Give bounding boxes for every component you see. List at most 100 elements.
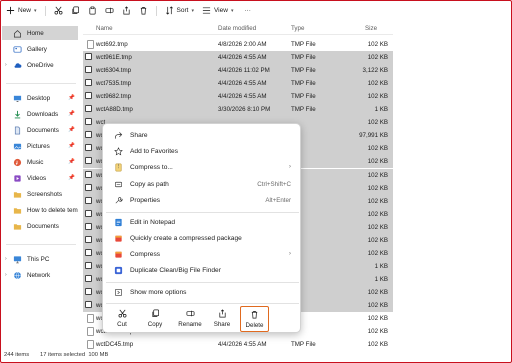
file-date: 3/30/2026 8:10 PM	[218, 106, 271, 114]
row-checkbox[interactable]	[85, 157, 92, 165]
menu-item-share[interactable]: Share	[106, 128, 299, 143]
menu-item-edit-in-notepad[interactable]: Edit in Notepad	[106, 215, 299, 230]
sidebar-item-screenshots[interactable]: Screenshots	[2, 187, 78, 201]
cut-icon	[118, 309, 126, 318]
context-action-bar: Cut Copy Rename Share Delete	[103, 304, 300, 334]
row-checkbox[interactable]	[85, 261, 92, 269]
table-row[interactable]: wct692.tmp 4/8/2026 2:00 AM TMP File 102 KB	[83, 38, 393, 51]
row-checkbox[interactable]	[85, 66, 92, 74]
menu-separator	[106, 282, 299, 283]
copy-button[interactable]: Copy	[141, 306, 169, 332]
sidebar-item-gallery[interactable]: Gallery	[2, 42, 78, 56]
sidebar-item-music[interactable]: Music 📌	[2, 155, 78, 169]
delete-button[interactable]: Delete	[240, 306, 269, 332]
menu-item-label: Edit in Notepad	[130, 219, 176, 226]
row-checkbox[interactable]	[85, 131, 92, 139]
row-checkbox[interactable]	[85, 287, 92, 295]
sidebar-item-documents-folder[interactable]: Documents	[2, 219, 78, 233]
column-header-size[interactable]: Size	[365, 25, 377, 32]
menu-item-label: Compress	[130, 251, 161, 258]
column-header-date[interactable]: Date modified	[218, 25, 256, 32]
sidebar-item-network[interactable]: › Network	[2, 268, 78, 282]
menu-item-compress[interactable]: Compress ›	[106, 247, 299, 262]
cut-toolbar-button[interactable]	[50, 3, 67, 18]
file-type: TMP File	[291, 41, 316, 48]
file-name: wct692.tmp	[96, 41, 128, 48]
document-icon	[13, 126, 22, 135]
sidebar-item-pictures[interactable]: Pictures 📌	[2, 139, 78, 153]
sidebar-item-label: Documents	[27, 222, 59, 230]
sidebar-item-videos[interactable]: Videos 📌	[2, 171, 78, 185]
more-button[interactable]: ···	[237, 3, 255, 18]
copy-icon	[151, 309, 159, 318]
shortcut-hint: Ctrl+Shift+C	[257, 181, 291, 188]
table-row[interactable]: wctA88D.tmp 3/30/2026 8:10 PM TMP File 1 KB	[83, 103, 393, 117]
row-checkbox[interactable]	[85, 144, 92, 152]
view-button[interactable]: View ▾	[198, 3, 238, 18]
menu-item-copy-as-path[interactable]: Copy as path Ctrl+Shift+C	[106, 177, 299, 192]
file-size: 102 KB	[367, 341, 388, 349]
sort-icon	[165, 6, 173, 15]
share-toolbar-button[interactable]	[118, 3, 135, 18]
sidebar-item-how-to-delete[interactable]: How to delete tem	[2, 203, 78, 217]
table-row[interactable]: wctDC45.tmp 4/4/2026 4:55 AM TMP File 102 K…	[83, 338, 393, 351]
row-checkbox[interactable]	[85, 235, 92, 243]
row-checkbox[interactable]	[85, 79, 92, 87]
package-icon	[114, 234, 123, 243]
menu-item-properties[interactable]: Properties Alt+Enter	[106, 193, 299, 208]
row-checkbox[interactable]	[85, 183, 92, 191]
sort-button[interactable]: Sort ▾	[161, 3, 198, 18]
row-checkbox[interactable]	[85, 301, 92, 308]
row-checkbox[interactable]	[85, 118, 92, 126]
table-row[interactable]: wct9682.tmp 4/4/2026 4:55 AM TMP File 102 K…	[83, 90, 393, 104]
sidebar-item-downloads[interactable]: Downloads 📌	[2, 107, 78, 121]
file-date: 4/4/2026 4:55 AM	[218, 80, 267, 88]
video-icon	[13, 174, 22, 183]
rename-toolbar-button[interactable]	[101, 3, 118, 18]
cut-button[interactable]: Cut	[108, 306, 136, 332]
row-checkbox[interactable]	[85, 196, 92, 204]
row-checkbox[interactable]	[85, 92, 92, 100]
file-size: 1 KB	[374, 275, 388, 283]
row-checkbox[interactable]	[85, 170, 92, 178]
column-header-name[interactable]: Name	[96, 25, 113, 32]
menu-item-duplicate-finder[interactable]: Duplicate Clean/Big File Finder	[106, 263, 299, 278]
chevron-right-icon: ›	[288, 163, 291, 170]
sidebar-item-this-pc[interactable]: › This PC	[2, 252, 78, 266]
table-row[interactable]: wct961E.tmp 4/4/2026 4:55 AM TMP File 102 K…	[83, 51, 393, 65]
new-button[interactable]: New ▾	[2, 3, 41, 18]
file-name: wct961E.tmp	[96, 54, 132, 62]
sidebar-item-desktop[interactable]: Desktop 📌	[2, 91, 78, 105]
rename-button[interactable]: Rename	[174, 306, 206, 332]
menu-item-label: Add to Favorites	[130, 148, 179, 155]
row-checkbox[interactable]	[85, 209, 92, 217]
menu-item-add-to-favorites[interactable]: Add to Favorites	[106, 144, 299, 159]
table-row[interactable]: wct7535.tmp 4/4/2026 4:55 AM TMP File 102 K…	[83, 77, 393, 91]
pictures-icon	[13, 142, 22, 151]
copy-toolbar-button[interactable]	[67, 3, 84, 18]
sidebar-item-label: How to delete tem	[27, 206, 78, 214]
file-icon	[87, 40, 94, 49]
file-size: 102 KB	[367, 119, 388, 127]
paste-toolbar-button[interactable]	[84, 3, 101, 18]
delete-toolbar-button[interactable]	[135, 3, 152, 18]
sidebar-item-documents[interactable]: Documents 📌	[2, 123, 78, 137]
table-row[interactable]: wct6304.tmp 4/4/2026 11:02 PM TMP File 3,12…	[83, 64, 393, 78]
column-header-type[interactable]: Type	[291, 25, 304, 32]
sidebar-item-label: OneDrive	[27, 61, 54, 69]
row-checkbox[interactable]	[85, 248, 92, 256]
sidebar-item-home[interactable]: Home	[2, 26, 78, 40]
file-icon	[87, 314, 94, 324]
menu-item-quick-compress[interactable]: Quickly create a compressed package	[106, 231, 299, 246]
row-checkbox[interactable]	[85, 274, 92, 282]
sidebar-item-onedrive[interactable]: › OneDrive	[2, 58, 78, 72]
row-checkbox[interactable]	[85, 222, 92, 230]
share-button[interactable]: Share	[208, 306, 236, 332]
sidebar-item-label: Desktop	[27, 94, 51, 102]
row-checkbox[interactable]	[85, 53, 92, 61]
star-icon	[114, 147, 123, 156]
file-size: 102 KB	[367, 145, 388, 153]
row-checkbox[interactable]	[85, 105, 92, 113]
menu-item-compress-to[interactable]: Compress to... ›	[106, 160, 299, 175]
menu-item-show-more-options[interactable]: Show more options	[106, 285, 299, 300]
